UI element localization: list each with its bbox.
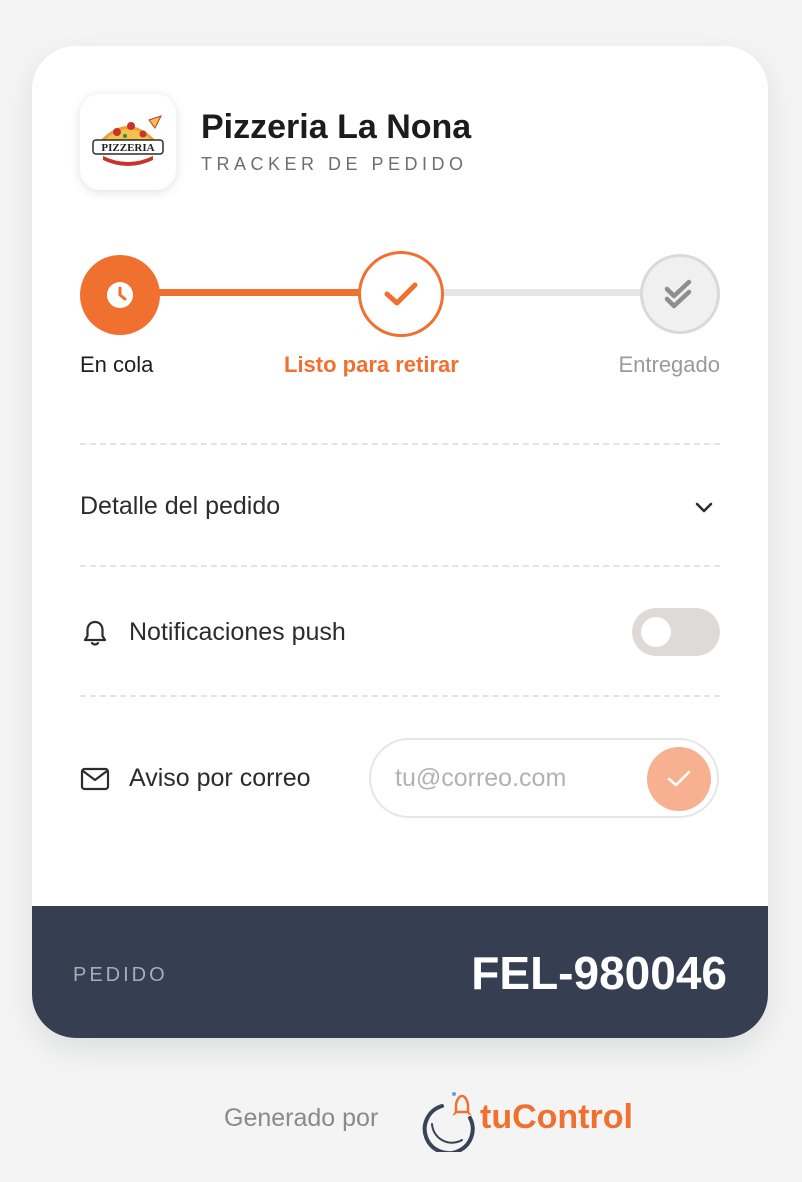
step-delivered [640,254,720,334]
page: PIZZERIA Pizzeria La Nona TRACKER DE PED… [0,0,802,1182]
order-detail-toggle[interactable]: Detalle del pedido [80,492,280,521]
logo-text: PIZZERIA [101,142,154,154]
toggle-knob [641,617,671,647]
page-title: Pizzeria La Nona [201,108,472,146]
step-label-delivered: Entregado [618,352,720,377]
page-subtitle: TRACKER DE PEDIDO [201,154,468,174]
order-number: FEL-980046 [471,947,727,999]
email-field-container [369,738,719,818]
clock-icon [107,282,133,308]
mail-icon [80,767,110,791]
order-label: PEDIDO [73,964,168,986]
brand-name-part1: tu [480,1098,513,1136]
bell-icon [83,620,107,646]
generated-by-text: Generado por [224,1104,379,1132]
check-icon [384,282,418,306]
tucontrol-logo-icon [422,1092,475,1152]
divider [80,565,720,567]
step-label-ready: Listo para retirar [284,352,459,377]
check-icon [667,770,691,787]
divider [80,443,720,445]
email-submit-button[interactable] [647,747,711,811]
pizza-logo-icon: PIZZERIA [92,115,164,166]
order-footer-band: PEDIDO FEL-980046 [32,906,768,1038]
email-input[interactable] [395,758,635,798]
push-notifications-toggle[interactable] [632,608,720,656]
step-ready [358,251,444,337]
order-tracker-card: PIZZERIA Pizzeria La Nona TRACKER DE PED… [32,46,768,1038]
pizzeria-logo: PIZZERIA [80,94,176,190]
push-notifications-label: Notificaciones push [129,618,346,646]
step-queued [80,255,160,335]
double-check-icon [664,279,692,309]
divider [80,695,720,697]
step-label-queued: En cola [80,352,154,377]
email-notice-label: Aviso por correo [129,764,311,792]
chevron-down-icon[interactable] [692,495,716,519]
brand-name-part2: Control [512,1098,633,1136]
tucontrol-brand[interactable]: tuControl [480,1098,633,1137]
